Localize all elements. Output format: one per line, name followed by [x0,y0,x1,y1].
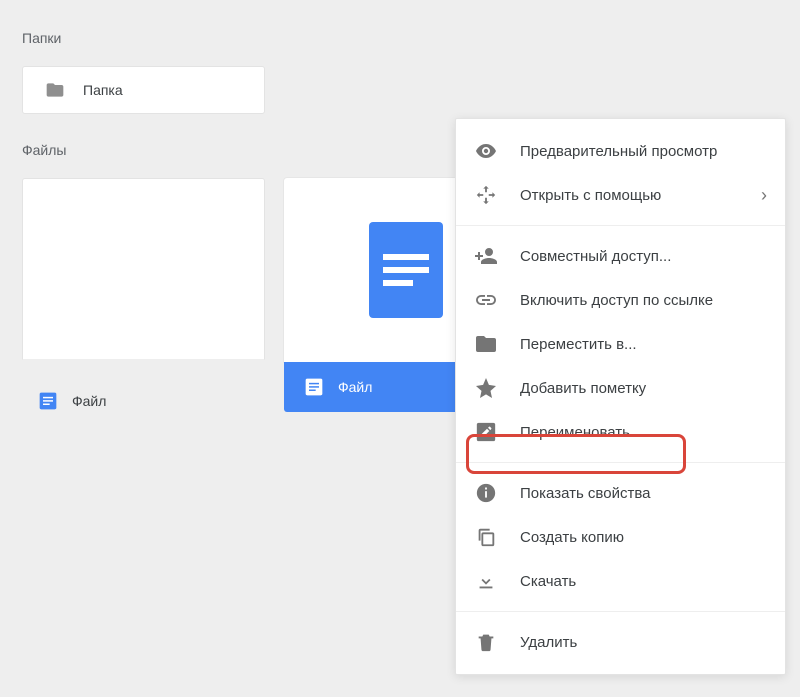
menu-divider [456,462,785,463]
menu-move-to[interactable]: Переместить в... [456,322,785,366]
menu-label: Предварительный просмотр [520,143,767,160]
menu-get-link[interactable]: Включить доступ по ссылке [456,278,785,322]
person-add-icon [474,244,498,268]
doc-icon [369,222,443,318]
eye-icon [474,139,498,163]
menu-rename[interactable]: Переименовать... [456,410,785,454]
menu-label: Открыть с помощью [520,187,739,204]
menu-label: Добавить пометку [520,380,767,397]
files-section-label: Файлы [22,142,66,158]
rename-icon [474,420,498,444]
folder-icon [43,80,67,100]
menu-label: Включить доступ по ссылке [520,292,767,309]
file-name: Файл [72,393,106,409]
download-icon [474,569,498,593]
menu-preview[interactable]: Предварительный просмотр [456,129,785,173]
menu-share[interactable]: Совместный доступ... [456,234,785,278]
info-icon [474,481,498,505]
file-thumbnail [22,178,265,360]
menu-details[interactable]: Показать свойства [456,471,785,515]
menu-download[interactable]: Скачать [456,559,785,603]
folder-move-icon [474,332,498,356]
open-with-icon [474,183,498,207]
link-icon [474,288,498,312]
menu-label: Скачать [520,573,767,590]
folder-name: Папка [83,82,123,98]
menu-add-star[interactable]: Добавить пометку [456,366,785,410]
folders-section-label: Папки [22,30,61,46]
file-name: Файл [338,379,372,395]
doc-icon [38,391,58,411]
menu-label: Переместить в... [520,336,767,353]
menu-divider [456,611,785,612]
menu-label: Совместный доступ... [520,248,767,265]
menu-delete[interactable]: Удалить [456,620,785,664]
folder-card[interactable]: Папка [22,66,265,114]
menu-label: Показать свойства [520,485,767,502]
doc-icon [304,377,324,397]
menu-open-with[interactable]: Открыть с помощью › [456,173,785,217]
menu-make-copy[interactable]: Создать копию [456,515,785,559]
trash-icon [474,630,498,654]
file-label-row: Файл [22,376,265,426]
menu-label: Удалить [520,634,767,651]
star-icon [474,376,498,400]
menu-divider [456,225,785,226]
chevron-right-icon: › [761,185,767,206]
menu-label: Создать копию [520,529,767,546]
file-card[interactable]: Файл [22,178,265,426]
context-menu: Предварительный просмотр Открыть с помощ… [455,118,786,675]
menu-label: Переименовать... [520,424,767,441]
copy-icon [474,525,498,549]
